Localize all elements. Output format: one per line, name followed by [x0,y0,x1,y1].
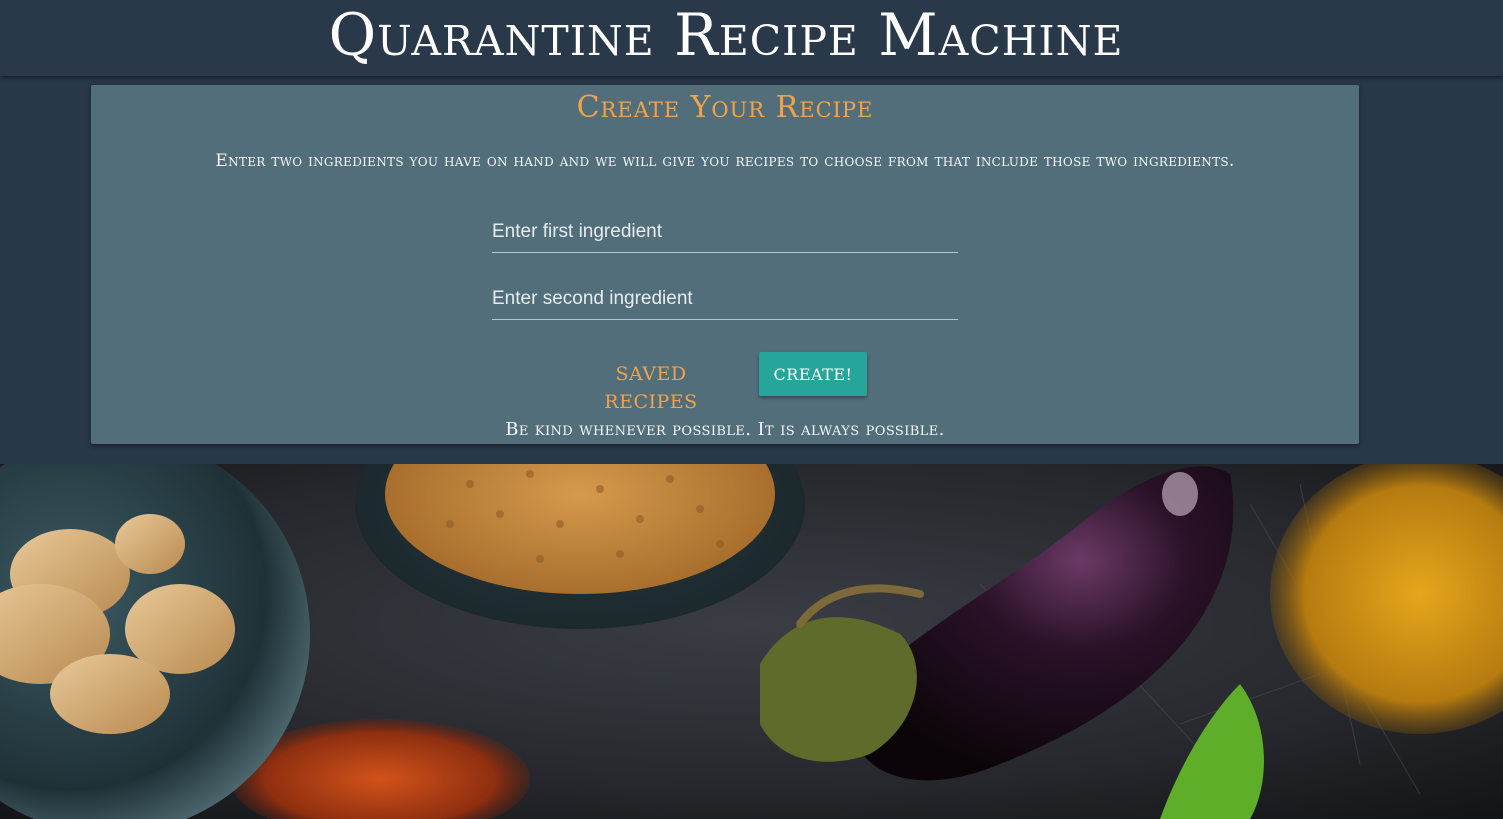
eggplant-highlight [1162,472,1198,516]
saved-recipes-link[interactable]: SAVED RECIPES [571,360,731,416]
site-title: Quarantine Recipe Machine [328,1,1124,69]
first-ingredient-input[interactable] [492,212,958,253]
second-ingredient-input[interactable] [492,279,958,320]
card-title: Create Your Recipe [576,90,874,125]
site-header: Quarantine Recipe Machine [0,0,1503,76]
create-recipe-card: Create Your Recipe Enter two ingredients… [91,85,1359,444]
page: Quarantine Recipe Machine Create Your Re… [0,0,1503,819]
food-background-image [0,464,1503,819]
card-intro-text: Enter two ingredients you have on hand a… [215,151,1235,171]
quote-text: Be kind whenever possible. It is always … [505,419,945,440]
create-button[interactable]: CREATE! [759,352,867,396]
